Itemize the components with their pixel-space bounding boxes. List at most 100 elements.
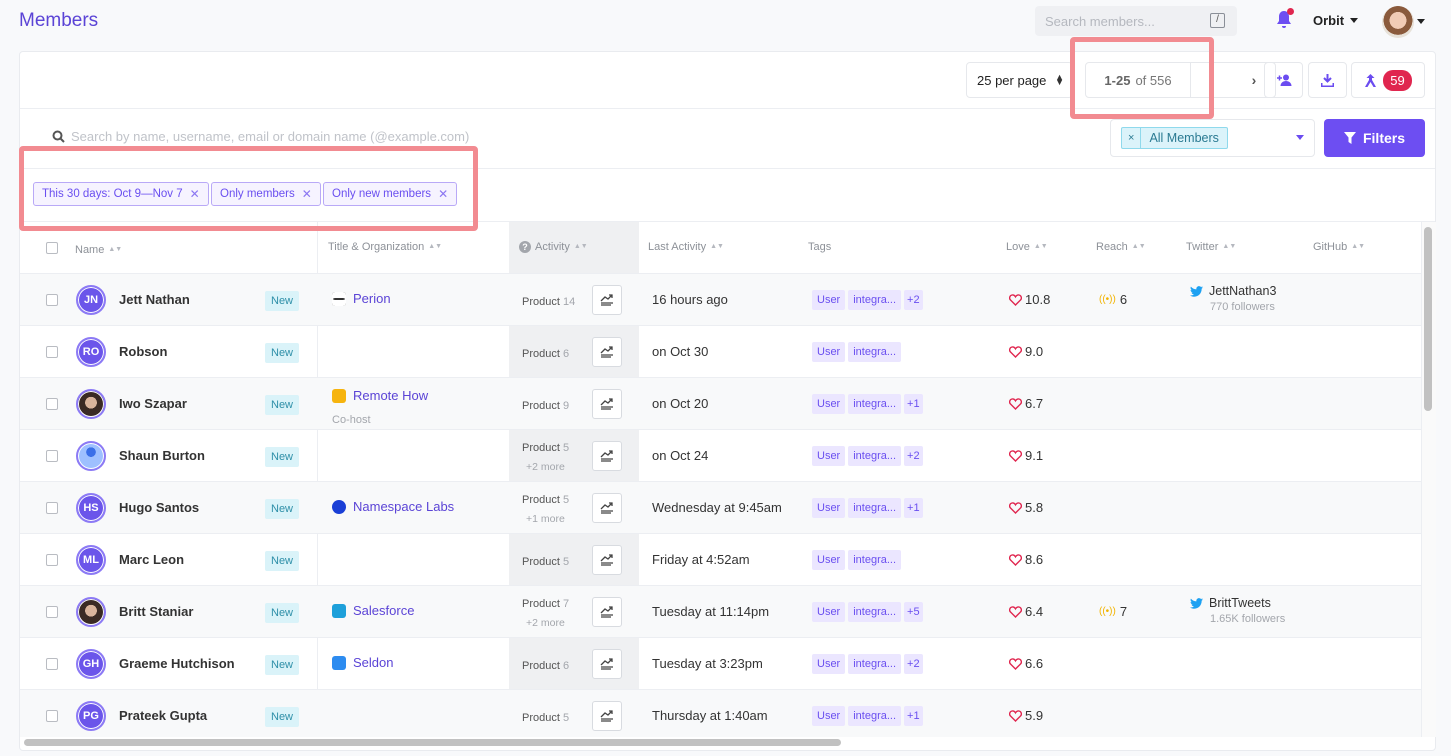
organization[interactable]: Salesforce [332,603,414,618]
member-name[interactable]: Marc Leon [119,552,184,567]
activity-chart-button[interactable] [592,701,622,731]
twitter-handle[interactable]: BrittTweets [1209,596,1271,610]
column-header-reach[interactable]: Reach ▲▼ [1096,241,1146,253]
filter-chip-members[interactable]: Only members ✕ [211,182,321,206]
row-checkbox[interactable] [46,554,58,566]
activity-chart-button[interactable] [592,597,622,627]
workspace-switcher[interactable]: Orbit [1313,13,1359,28]
column-header-github[interactable]: GitHub ▲▼ [1313,241,1365,253]
avatar[interactable]: RO [76,337,106,367]
merge-suggestions-button[interactable]: 59 [1351,62,1425,98]
export-button[interactable] [1308,62,1347,98]
activity-chart-button[interactable] [592,285,622,315]
caret-down-icon[interactable] [1417,19,1425,24]
activity-chart-button[interactable] [592,545,622,575]
global-search-input[interactable] [1045,13,1205,29]
row-checkbox[interactable] [46,606,58,618]
tag[interactable]: User [812,342,846,362]
column-header-title-org[interactable]: Title & Organization ▲▼ [328,241,442,253]
table-row[interactable]: Shaun Burton New Product 5 +2 more on Oc… [20,430,1421,482]
more-tags-badge[interactable]: +2 [904,654,923,674]
organization-name[interactable]: Namespace Labs [353,499,454,514]
filter-chip-new-members[interactable]: Only new members ✕ [323,182,458,206]
table-row[interactable]: JN Jett Nathan New Perion Product 14 16 … [20,274,1421,326]
tag[interactable]: User [812,654,846,674]
table-row[interactable]: ML Marc Leon New Product 5 Friday at 4:5… [20,534,1421,586]
horizontal-scrollbar[interactable] [24,739,841,746]
more-tags-badge[interactable]: +2 [904,446,923,466]
tag[interactable]: User [812,706,846,726]
row-checkbox[interactable] [46,346,58,358]
tag[interactable]: User [812,602,846,622]
more-tags-badge[interactable]: +2 [904,290,923,310]
member-name[interactable]: Britt Staniar [119,604,193,619]
user-avatar[interactable] [1382,6,1414,38]
organization[interactable]: Seldon [332,655,393,670]
avatar[interactable]: PG [76,701,106,731]
row-checkbox[interactable] [46,710,58,722]
filter-chip-date[interactable]: This 30 days: Oct 9—Nov 7 ✕ [33,182,209,206]
twitter-profile[interactable]: BrittTweets 1.65K followers [1190,596,1285,625]
twitter-handle[interactable]: JettNathan3 [1209,284,1276,298]
avatar[interactable]: GH [76,649,106,679]
column-header-name[interactable]: Name ▲▼ [75,244,122,256]
organization-name[interactable]: Seldon [353,655,393,670]
more-tags-badge[interactable]: +1 [904,498,923,518]
column-header-last-activity[interactable]: Last Activity ▲▼ [648,241,724,253]
per-page-select[interactable]: 25 per page ▲ ▼ [966,62,1073,98]
row-checkbox[interactable] [46,450,58,462]
avatar[interactable]: ML [76,545,106,575]
tag[interactable]: integra... [848,342,902,362]
avatar[interactable]: HS [76,493,106,523]
table-row[interactable]: PG Prateek Gupta New Product 5 Thursday … [20,690,1421,737]
add-member-button[interactable] [1264,62,1303,98]
caret-down-icon[interactable] [1296,135,1304,140]
organization-name[interactable]: Perion [353,291,391,306]
organization[interactable]: Namespace Labs [332,499,454,514]
avatar[interactable] [76,597,106,627]
row-checkbox[interactable] [46,294,58,306]
prev-page-button[interactable]: ‹ [1191,72,1233,88]
activity-chart-button[interactable] [592,337,622,367]
table-row[interactable]: HS Hugo Santos New Namespace Labs Produc… [20,482,1421,534]
activity-chart-button[interactable] [592,649,622,679]
member-name[interactable]: Shaun Burton [119,448,205,463]
column-header-activity[interactable]: ? Activity ▲▼ [519,241,588,253]
tag[interactable]: User [812,498,846,518]
row-checkbox[interactable] [46,502,58,514]
tag[interactable]: User [812,446,846,466]
close-icon[interactable]: ✕ [190,187,200,201]
organization-name[interactable]: Salesforce [353,603,414,618]
tag[interactable]: User [812,550,846,570]
member-name[interactable]: Jett Nathan [119,292,190,307]
tag[interactable]: integra... [848,550,902,570]
more-tags-badge[interactable]: +1 [904,706,923,726]
member-name[interactable]: Iwo Szapar [119,396,187,411]
row-checkbox[interactable] [46,398,58,410]
tag[interactable]: integra... [848,290,902,310]
column-header-twitter[interactable]: Twitter ▲▼ [1186,241,1236,253]
more-tags-badge[interactable]: +1 [904,394,923,414]
organization[interactable]: Perion [332,291,391,306]
twitter-profile[interactable]: JettNathan3 770 followers [1190,284,1276,313]
table-row[interactable]: Britt Staniar New Salesforce Product 7 +… [20,586,1421,638]
global-search[interactable]: / [1035,6,1237,36]
member-name[interactable]: Hugo Santos [119,500,199,515]
close-icon[interactable]: ✕ [438,187,448,201]
vertical-scrollbar[interactable] [1424,227,1432,411]
tag[interactable]: integra... [848,706,902,726]
tag[interactable]: integra... [848,498,902,518]
activity-chart-button[interactable] [592,389,622,419]
select-all-checkbox[interactable] [46,242,58,254]
member-name[interactable]: Graeme Hutchison [119,656,235,671]
segment-select[interactable]: × All Members [1110,119,1315,157]
table-row[interactable]: RO Robson New Product 6 on Oct 30 User in… [20,326,1421,378]
column-header-love[interactable]: Love ▲▼ [1006,241,1048,253]
avatar[interactable] [76,389,106,419]
more-tags-badge[interactable]: +5 [904,602,923,622]
activity-chart-button[interactable] [592,493,622,523]
table-row[interactable]: GH Graeme Hutchison New Seldon Product 6… [20,638,1421,690]
member-name[interactable]: Robson [119,344,167,359]
organization-name[interactable]: Remote How [353,388,428,403]
close-icon[interactable]: ✕ [302,187,312,201]
